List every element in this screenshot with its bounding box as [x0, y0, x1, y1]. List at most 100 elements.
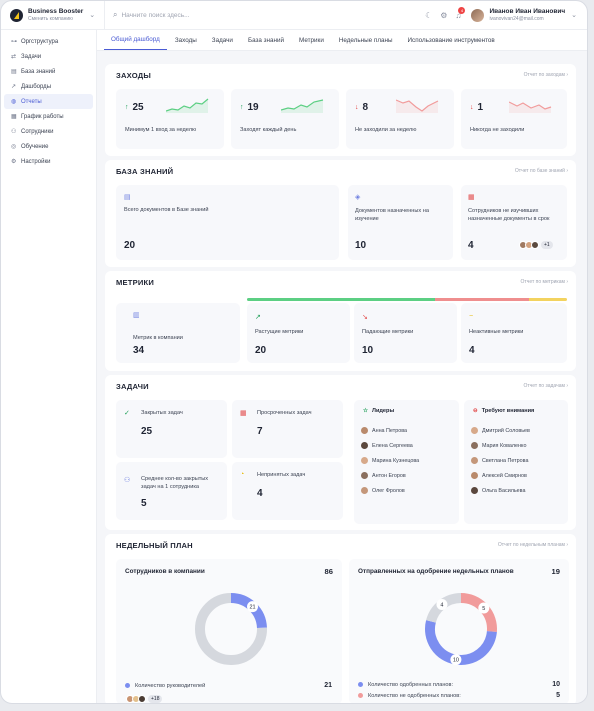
sparkline: [281, 99, 324, 113]
avatar: [361, 472, 368, 479]
visits-report-link[interactable]: Отчет по заходам ›: [524, 72, 568, 78]
user-name: Иванов Иван Иванович: [489, 7, 566, 15]
sparkline: [396, 99, 439, 113]
tab-0[interactable]: Общий дашборд: [104, 36, 167, 50]
kb-assigned-label: Документов назначенных на изучение: [355, 208, 429, 222]
metrics-value: 20: [255, 345, 267, 356]
tab-4[interactable]: Метрики: [292, 37, 331, 50]
sidebar-item-book[interactable]: ▤ База знаний: [4, 64, 93, 79]
sidebar-item-chart[interactable]: ↗ Дашборды: [4, 79, 93, 94]
user-menu[interactable]: Иванов Иван Иванович ivanovivan24@mail.co…: [471, 8, 577, 23]
visits-value: 8: [362, 102, 369, 113]
legend-item: Количество планов без ответа руководител…: [358, 701, 560, 703]
sidebar-item-settings[interactable]: ⚙ Настройки: [4, 154, 93, 169]
org-icon: ⊶: [11, 39, 17, 45]
tab-3[interactable]: База знаний: [241, 37, 291, 50]
tabs: Общий дашборд Заходы Задачи База знаний Метр…: [97, 30, 587, 51]
sidebar-item-people[interactable]: ⚇ Сотрудники: [4, 124, 93, 139]
donut-label: 5: [482, 606, 485, 612]
person-row[interactable]: Анна Петрова: [361, 423, 419, 438]
person-row[interactable]: Дмитрий Соловьев: [471, 423, 530, 438]
person-row[interactable]: Антон Егоров: [361, 468, 419, 483]
metrics-value: 10: [362, 345, 374, 356]
gear-icon[interactable]: ⚙: [440, 11, 447, 20]
sidebar-item-label: Настройки: [21, 158, 51, 165]
tasks-card: ⚇ Среднее кол-во закрытых задач на 1 сотр…: [116, 462, 227, 520]
person-row[interactable]: Светлана Петрова: [471, 453, 530, 468]
legend-item: Количество руководителей 21: [125, 680, 332, 691]
check-icon: ✓: [124, 410, 130, 417]
sidebar-item-reports[interactable]: ◍ Отчеты: [4, 94, 93, 109]
tab-1[interactable]: Заходы: [168, 37, 204, 50]
metrics-label: Неактивные метрики: [469, 329, 524, 335]
person-row[interactable]: Марина Кузнецова: [361, 453, 419, 468]
person-name: Елена Сергеева: [372, 442, 413, 449]
more-count: +18: [148, 695, 163, 703]
tab-5[interactable]: Недельные планы: [332, 37, 400, 50]
tasks-label: Закрытых задач: [141, 410, 183, 416]
avatar: [471, 487, 478, 494]
kb-report-link[interactable]: Отчет по базе знаний ›: [515, 168, 568, 174]
chevron-down-icon: ⌄: [89, 12, 96, 19]
user-email: ivanovivan24@mail.com: [489, 15, 544, 22]
sparkline: [166, 98, 209, 113]
avatar-stack[interactable]: +18: [126, 695, 163, 703]
person-row[interactable]: Ольга Васильева: [471, 483, 530, 498]
person-row[interactable]: Елена Сергеева: [361, 438, 419, 453]
donut-segment: [460, 593, 497, 632]
clock-icon: ◔: [240, 471, 245, 478]
tasks-card: ◔ Непринятых задач 4: [232, 462, 343, 520]
bell-icon[interactable]: ♫ 4: [455, 6, 466, 20]
visits-label: Никогда не заходили: [470, 127, 525, 133]
donut-label: 4: [440, 603, 443, 609]
visits-value: 1: [477, 102, 484, 113]
sidebar-item-label: График работы: [21, 113, 64, 120]
person-row[interactable]: Алексей Смирнов: [471, 468, 530, 483]
tasks-report-link[interactable]: Отчет по задачам ›: [523, 383, 568, 389]
theme-toggle-icon[interactable]: ☾: [425, 11, 432, 20]
trend-up-icon: ↗: [255, 314, 261, 321]
metrics-progress-bar: [247, 298, 567, 301]
visits-value: 25: [132, 102, 144, 113]
kb-overdue-card: ▦ Сотрудников не изучивших назначенные д…: [461, 185, 567, 260]
company-switcher[interactable]: Business Booster Сменить компанию ⌄: [1, 1, 105, 29]
employees-donut: 21: [195, 593, 267, 665]
person-name: Светлана Петрова: [482, 457, 529, 464]
tab-2[interactable]: Задачи: [205, 37, 240, 50]
metrics-report-link[interactable]: Отчет по метрикам ›: [521, 279, 568, 285]
legend-item: Количество одобренных планов: 10: [358, 679, 560, 690]
more-count: +1: [541, 241, 553, 249]
sidebar-item-calendar[interactable]: ▦ График работы: [4, 109, 93, 124]
attention-title: Требуют внимания: [481, 408, 535, 414]
main-content: Общий дашборд Заходы Задачи База знаний Метр…: [97, 30, 587, 703]
sidebar-item-tasks[interactable]: ⇄ Задачи: [4, 49, 93, 64]
tasks-label: Непринятых задач: [257, 472, 306, 478]
metrics-total-card: ▥ Метрик в компании 34: [116, 303, 240, 363]
tab-6[interactable]: Использование инструментов: [401, 37, 502, 50]
weekly-section: НЕДЕЛЬНЫЙ ПЛАН Отчет по недельным планам…: [105, 534, 576, 703]
sidebar-item-org[interactable]: ⊶ Оргструктура: [4, 34, 93, 49]
document-icon: ▤: [124, 194, 131, 201]
kb-total-value: 20: [124, 240, 136, 251]
visits-card: ↑ 25 Минимум 1 вход за неделю: [116, 89, 224, 149]
sidebar-item-label: Оргструктура: [21, 38, 59, 45]
sidebar-item-education[interactable]: ◎ Обучение: [4, 139, 93, 154]
person-row[interactable]: Олег Фролов: [361, 483, 419, 498]
calendar-x-icon: ▦: [240, 410, 247, 417]
person-row[interactable]: Мария Коваленко: [471, 438, 530, 453]
bar-segment-inactive: [529, 298, 567, 301]
metrics-label: Падающие метрики: [362, 329, 414, 335]
avatar: [471, 8, 485, 22]
layers-icon: ◈: [355, 194, 361, 201]
sidebar-item-label: Отчеты: [21, 98, 42, 105]
sidebar-item-label: Обучение: [21, 143, 49, 150]
plans-title: Отправленных на одобрение недельных план…: [358, 568, 514, 575]
search-input[interactable]: ⌕ Начните поиск здесь...: [113, 10, 425, 20]
visits-card: ↓ 8 Не заходили за неделю: [346, 89, 454, 149]
bar-segment-falling: [435, 298, 530, 301]
arrow-up-icon: ↑: [240, 104, 244, 111]
weekly-report-link[interactable]: Отчет по недельным планам ›: [498, 542, 568, 548]
pause-icon: −: [469, 313, 474, 320]
avatar-stack[interactable]: +1: [519, 241, 553, 249]
donut-label: 21: [249, 605, 255, 611]
